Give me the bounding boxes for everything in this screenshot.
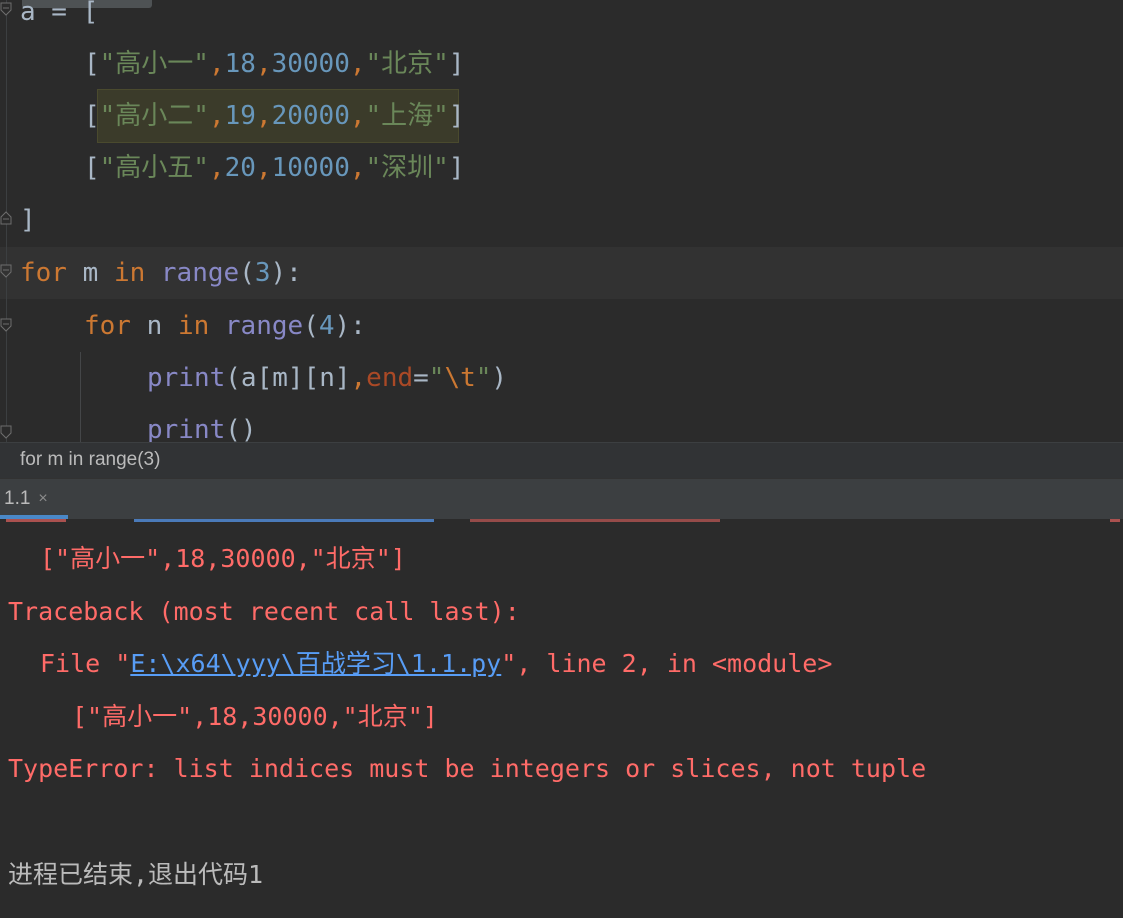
code-line[interactable]: print() (147, 410, 257, 442)
traceback-file-line: File "E:\x64\yyy\百战学习\1.1.py", line 2, i… (40, 644, 832, 684)
traceback-source-line: ["高小一",18,30000,"北京"] (72, 702, 438, 731)
fold-end-icon[interactable] (0, 211, 12, 225)
fold-icon[interactable] (0, 2, 12, 16)
code-token: for (20, 258, 67, 288)
code-token: () (225, 415, 257, 442)
code-token: " (475, 363, 492, 393)
code-line[interactable]: a = [ (20, 0, 98, 32)
tab-run-config[interactable]: 1.1 × (0, 479, 52, 519)
ide-window: a = [ ["高小一",18,30000,"北京"] ["高小二",19,20… (0, 0, 1123, 918)
fold-icon[interactable] (0, 264, 12, 278)
code-token: "高小五" (99, 153, 209, 183)
code-line[interactable]: ["高小五",20,10000,"深圳"] (84, 148, 465, 188)
code-token: range (160, 258, 240, 288)
code-token: ( (239, 258, 255, 288)
code-token: 30000 (271, 49, 350, 79)
code-token: in (177, 311, 210, 341)
code-token: 3 (254, 258, 271, 288)
file-path-link[interactable]: E:\x64\yyy\百战学习\1.1.py (130, 649, 501, 678)
code-token: , (255, 49, 272, 79)
process-exit-message: 进程已结束,退出代码1 (8, 860, 264, 889)
code-token: , (349, 101, 366, 131)
code-token: for (84, 311, 131, 341)
code-token: 10000 (271, 153, 350, 183)
code-token: ] (448, 153, 465, 183)
console-echo-line: ["高小一",18,30000,"北京"] (40, 544, 406, 573)
code-token: 19 (224, 101, 256, 131)
error-message: TypeError: list indices must be integers… (8, 754, 927, 783)
code-token: [ (84, 101, 100, 131)
code-token: m (66, 258, 114, 288)
traceback-header: Traceback (most recent call last): (8, 597, 520, 626)
code-token: [ (84, 49, 100, 79)
code-token: 20 (224, 153, 256, 183)
code-token: "深圳" (365, 153, 449, 183)
code-token: print (147, 363, 226, 393)
code-token: , (349, 153, 366, 183)
code-token: 20000 (271, 101, 350, 131)
code-line[interactable]: ["高小二",19,20000,"上海"] (84, 96, 465, 136)
code-token: "高小二" (99, 101, 209, 131)
code-editor[interactable]: a = [ ["高小一",18,30000,"北京"] ["高小二",19,20… (0, 0, 1123, 442)
file-suffix: ", line 2, in <module> (501, 649, 833, 678)
code-line[interactable]: print(a[m][n],end="\t") (147, 358, 507, 398)
code-token: " (428, 363, 445, 393)
code-token: , (208, 49, 225, 79)
code-line[interactable]: for n in range(4): (84, 306, 366, 346)
breadcrumb[interactable]: for m in range(3) (0, 442, 1123, 478)
code-token: print (147, 415, 226, 442)
code-token: end (366, 363, 414, 393)
code-token: [ (84, 153, 100, 183)
code-token: , (349, 49, 366, 79)
indent-guide (80, 352, 81, 442)
code-token: (a[m][n] (225, 363, 351, 393)
code-token: ] (448, 101, 465, 131)
code-token: , (208, 153, 225, 183)
code-token: , (255, 153, 272, 183)
code-line[interactable]: ["高小一",18,30000,"北京"] (84, 44, 465, 84)
code-token: ] (448, 49, 465, 79)
code-token: "北京" (365, 49, 449, 79)
close-icon[interactable]: × (38, 490, 47, 508)
code-line[interactable]: for m in range(3): (20, 253, 302, 293)
fold-icon[interactable] (0, 425, 12, 439)
code-token: , (350, 363, 367, 393)
code-token: ) (491, 363, 508, 393)
code-token: ): (270, 258, 302, 288)
code-token: n (130, 311, 178, 341)
breadcrumb-item[interactable]: for m in range(3) (20, 449, 160, 470)
code-token: ( (303, 311, 319, 341)
code-token: "上海" (365, 101, 449, 131)
code-token: 18 (224, 49, 256, 79)
code-token: range (224, 311, 304, 341)
run-console-output[interactable]: ["高小一",18,30000,"北京"] Traceback (most re… (0, 519, 1123, 918)
code-token: ] (20, 205, 36, 235)
code-token: in (113, 258, 146, 288)
tab-label: 1.1 (4, 488, 31, 509)
code-token: = (413, 363, 429, 393)
fold-icon[interactable] (0, 318, 12, 332)
code-token: \t (444, 363, 476, 393)
file-prefix: File " (40, 649, 131, 678)
code-token: ): (334, 311, 366, 341)
code-token: , (255, 101, 272, 131)
code-token: "高小一" (99, 49, 209, 79)
code-line[interactable]: ] (20, 200, 36, 240)
run-tool-window-tabbar: 1.1 × (0, 478, 1123, 519)
clipped-previous-line (6, 519, 1120, 522)
code-token: , (208, 101, 225, 131)
code-token: 4 (318, 311, 335, 341)
code-token: a = [ (20, 0, 99, 27)
